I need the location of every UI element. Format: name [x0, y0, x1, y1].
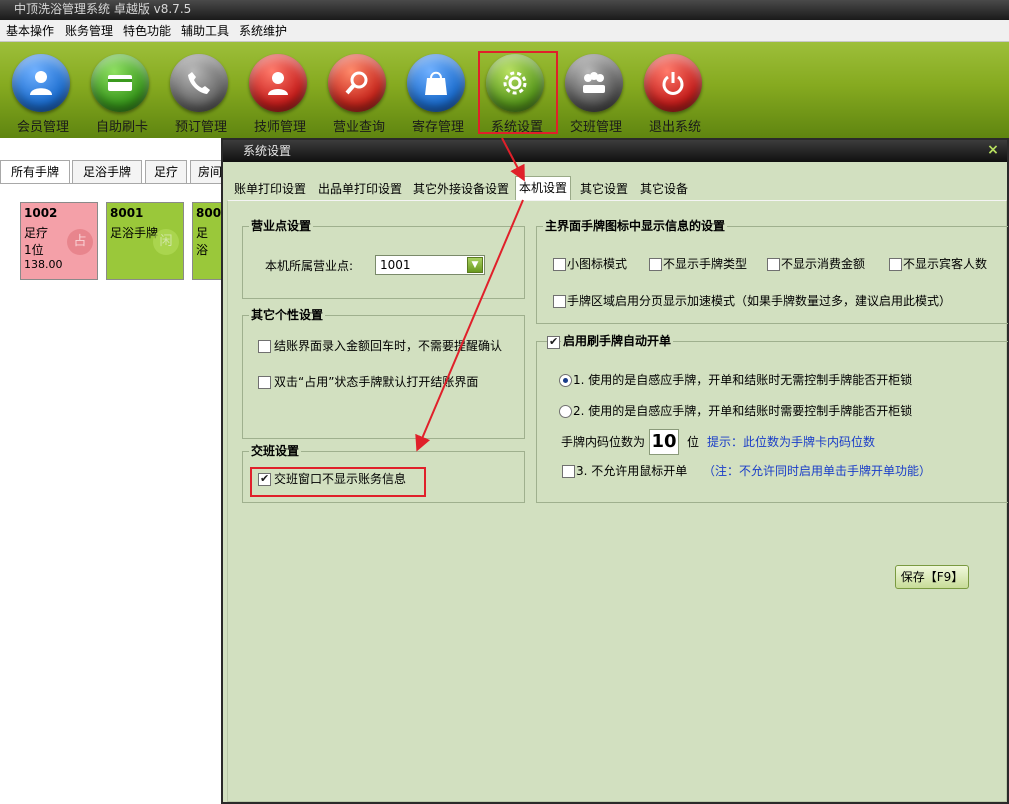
no-mouse-open-label: 3. 不允许用鼠标开单 [576, 464, 688, 478]
radio-no-lock-control-label: 1. 使用的是自感应手牌，开单和结账时无需控制手牌能否开柜锁 [573, 373, 913, 387]
hide-accounts-highlight-box [250, 467, 426, 497]
tab-other-settings[interactable]: 其它设置 [577, 178, 631, 200]
digits-input[interactable]: 10 [649, 429, 679, 455]
dialog-title: 系统设置 [243, 144, 292, 158]
business-point-select[interactable]: 1001 ▼ [375, 255, 485, 275]
auto-open-checkbox[interactable] [547, 335, 560, 349]
personal-settings-group: 其它个性设置 结账界面录入金额回车时，不需要提醒确认 双击“占用”状态手牌默认打… [242, 307, 525, 439]
menu-item-maintenance[interactable]: 系统维护 [239, 20, 287, 42]
toolbar-card-button[interactable]: 自助刷卡 [81, 54, 153, 138]
phone-icon [170, 54, 228, 112]
toolbar-query-button[interactable]: 营业查询 [318, 54, 390, 138]
menu-item-accounts[interactable]: 账务管理 [65, 20, 113, 42]
toolbar-label: 会员管理 [16, 120, 69, 135]
toolbar-label: 自助刷卡 [95, 120, 148, 135]
auto-open-group: 启用刷手牌自动开单 1. 使用的是自感应手牌，开单和结账时无需控制手牌能否开柜锁… [536, 333, 1008, 503]
chevron-down-icon: ▼ [467, 257, 483, 273]
digits-unit: 位 [687, 435, 700, 449]
tab-local-settings[interactable]: 本机设置 [515, 176, 571, 200]
display-settings-group: 主界面手牌图标中显示信息的设置 小图标模式 不显示手牌类型 不显示消费金额 不显… [536, 218, 1008, 324]
group-icon [565, 54, 623, 112]
menu-item-tools[interactable]: 辅助工具 [181, 20, 229, 42]
card-icon [91, 54, 149, 112]
hide-type-checkbox[interactable] [649, 258, 662, 271]
digits-label: 手牌内码位数为 [561, 435, 646, 449]
tab-other-devices[interactable]: 其它设备 [637, 178, 691, 200]
confirm-amount-label: 结账界面录入金额回车时，不需要提醒确认 [274, 339, 503, 353]
occupied-stamp: 占 [67, 229, 93, 255]
group-title: 主界面手牌图标中显示信息的设置 [543, 218, 728, 234]
magnifier-icon [328, 54, 386, 112]
double-click-label: 双击“占用”状态手牌默认打开结账界面 [274, 375, 479, 389]
card-number: 8002 [196, 206, 222, 220]
toolbar-shift-button[interactable]: 交班管理 [555, 54, 627, 138]
tab-bill-print[interactable]: 账单打印设置 [231, 178, 309, 200]
toolbar-storage-button[interactable]: 寄存管理 [397, 54, 469, 138]
menu-item-basic[interactable]: 基本操作 [6, 20, 54, 42]
business-point-value: 1001 [380, 258, 411, 272]
app-title: 中顶洗浴管理系统 卓越版 v8.7.5 [14, 2, 192, 16]
toolbar-booking-button[interactable]: 预订管理 [160, 54, 232, 138]
business-point-label: 本机所属营业点: [265, 259, 354, 273]
confirm-amount-checkbox[interactable] [258, 340, 271, 353]
tab-all-cards[interactable]: 所有手牌 [0, 160, 70, 184]
toolbar-exit-button[interactable]: 退出系统 [634, 54, 706, 138]
business-point-group: 营业点设置 本机所属营业点: 1001 ▼ [242, 218, 525, 299]
radio-lock-control[interactable] [559, 405, 572, 418]
menu-item-features[interactable]: 特色功能 [123, 20, 171, 42]
card-number: 8001 [110, 206, 144, 220]
hide-type-label: 不显示手牌类型 [663, 257, 748, 271]
double-click-checkbox[interactable] [258, 376, 271, 389]
idle-stamp: 闲 [153, 229, 179, 255]
app-titlebar: 中顶洗浴管理系统 卓越版 v8.7.5 [0, 0, 1009, 20]
bag-icon [407, 54, 465, 112]
hide-amount-label: 不显示消费金额 [781, 257, 866, 271]
group-title: 启用刷手牌自动开单 [561, 333, 674, 349]
settings-highlight-box [478, 51, 558, 134]
dialog-titlebar: 系统设置 × [223, 140, 1007, 162]
toolbar-label: 退出系统 [648, 120, 701, 135]
tab-external-devices[interactable]: 其它外接设备设置 [411, 178, 511, 200]
small-icon-checkbox[interactable] [553, 258, 566, 271]
group-title: 营业点设置 [249, 218, 314, 234]
hide-amount-checkbox[interactable] [767, 258, 780, 271]
power-icon [644, 54, 702, 112]
card-8002[interactable]: 8002 足浴 [192, 202, 222, 280]
menubar: 基本操作 账务管理 特色功能 辅助工具 系统维护 [0, 20, 1009, 42]
toolbar-label: 营业查询 [332, 120, 385, 135]
paging-mode-label: 手牌区域启用分页显示加速模式（如果手牌数量过多，建议启用此模式） [567, 294, 952, 308]
card-1002[interactable]: 1002 足疗 1位 138.00 占 [20, 202, 98, 280]
toolbar-member-button[interactable]: 会员管理 [2, 54, 74, 138]
no-mouse-open-checkbox[interactable] [562, 465, 575, 478]
card-number: 1002 [24, 206, 58, 220]
toolbar-label: 寄存管理 [411, 120, 464, 135]
group-title: 交班设置 [249, 443, 302, 459]
tab-item-print[interactable]: 出品单打印设置 [315, 178, 405, 200]
toolbar-staff-button[interactable]: 技师管理 [239, 54, 311, 138]
small-icon-label: 小图标模式 [567, 257, 628, 271]
group-title: 其它个性设置 [249, 307, 326, 323]
radio-no-lock-control[interactable] [559, 374, 572, 387]
card-8001[interactable]: 8001 足浴手牌 闲 [106, 202, 184, 280]
member-icon [12, 54, 70, 112]
digits-hint: 提示：此位数为手牌卡内码位数 [707, 435, 876, 449]
toolbar-label: 技师管理 [253, 120, 306, 135]
hide-guests-label: 不显示宾客人数 [903, 257, 988, 271]
local-settings-panel: 营业点设置 本机所属营业点: 1001 ▼ 其它个性设置 结账界面录入金额回车时… [227, 200, 1008, 802]
no-mouse-open-note: （注：不允许同时启用单击手牌开单功能） [703, 464, 932, 478]
card-amount: 138.00 [24, 258, 63, 271]
close-icon[interactable]: × [985, 142, 1001, 158]
settings-dialog: 系统设置 × 账单打印设置 出品单打印设置 其它外接设备设置 本机设置 其它设置… [221, 138, 1009, 804]
save-button[interactable]: 保存【F9】 [895, 565, 969, 589]
radio-lock-control-label: 2. 使用的是自感应手牌，开单和结账时需要控制手牌能否开柜锁 [573, 404, 913, 418]
hide-guests-checkbox[interactable] [889, 258, 902, 271]
card-type: 足浴 [196, 226, 209, 257]
toolbar-label: 交班管理 [569, 120, 622, 135]
tab-foot-therapy[interactable]: 足疗 [145, 160, 187, 184]
tab-foot-bath[interactable]: 足浴手牌 [72, 160, 142, 184]
staff-icon [249, 54, 307, 112]
paging-mode-checkbox[interactable] [553, 295, 566, 308]
toolbar-label: 预订管理 [174, 120, 227, 135]
